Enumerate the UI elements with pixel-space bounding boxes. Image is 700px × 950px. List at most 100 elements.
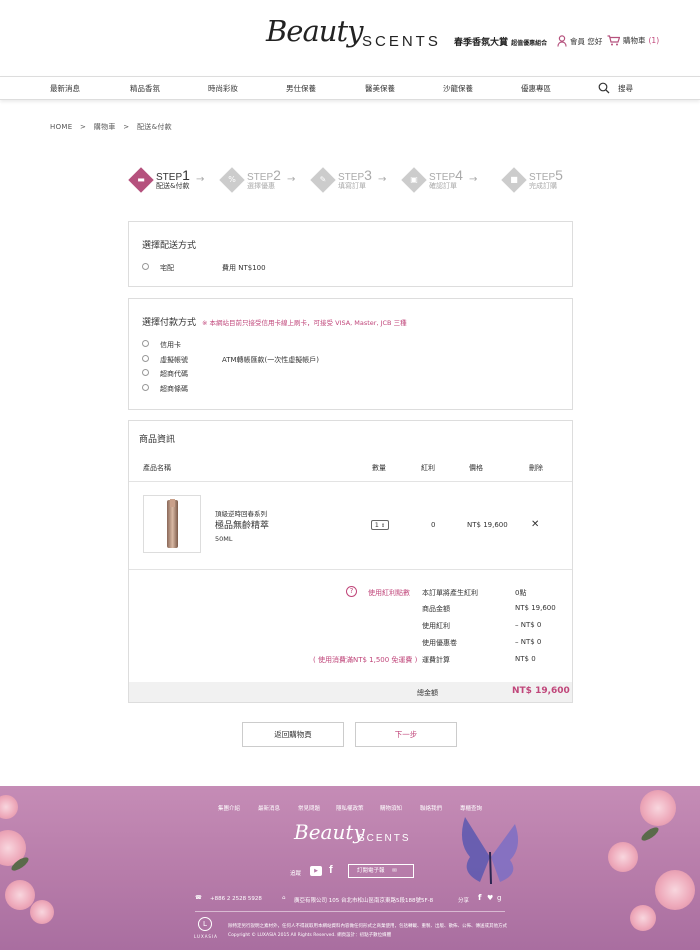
flower-image: [30, 900, 54, 924]
footer-link[interactable]: 常見問題: [298, 804, 320, 812]
footer-link[interactable]: 購物須知: [380, 804, 402, 812]
flower-image: [655, 870, 695, 910]
search-label[interactable]: 搜尋: [618, 83, 633, 94]
cart-icon: [607, 35, 620, 46]
cart-link[interactable]: 購物車 (1): [607, 35, 659, 46]
payment-radio-store-code[interactable]: [142, 369, 149, 376]
payment-option-store-code[interactable]: 超商代碼: [160, 369, 188, 379]
nav-item-medical[interactable]: 醫美保養: [365, 83, 395, 94]
percent-icon: %: [228, 175, 236, 184]
summary-value-shipping: NT$ 0: [515, 655, 536, 663]
payment-title: 選擇付款方式: [142, 318, 197, 328]
payment-atm-note: ATM轉帳匯款(一次性虛擬帳戶): [222, 356, 320, 364]
delete-icon[interactable]: ✕: [531, 519, 539, 530]
product-image[interactable]: [143, 495, 201, 553]
summary-label-subtotal: 商品金額: [422, 605, 450, 613]
facebook-icon[interactable]: f: [329, 864, 333, 876]
breadcrumb-cart[interactable]: 購物車: [94, 123, 116, 131]
summary-value-bonus: – NT$ 0: [515, 621, 542, 629]
next-step-button[interactable]: 下一步: [355, 722, 457, 747]
newsletter-button[interactable]: 訂閱電子報 ✉: [348, 864, 414, 878]
butterfly-image: [461, 817, 519, 885]
shipping-radio[interactable]: [142, 263, 149, 270]
header-qty: 數量: [372, 464, 386, 472]
footer-link[interactable]: 最新消息: [258, 804, 280, 812]
share-facebook-icon[interactable]: f: [478, 893, 481, 902]
promo-title: 春季香氛大賞: [454, 38, 509, 48]
footer-copyright: Copyright © LUXASIA 2015 All Rights Rese…: [228, 933, 392, 938]
breadcrumb: HOME > 購物車 > 配送&付款: [50, 122, 172, 132]
step-4-sub: 確認訂單: [429, 182, 457, 190]
step-arrow-icon: →: [378, 174, 387, 185]
divider: [129, 569, 572, 570]
bottle-image: [167, 499, 178, 548]
share-twitter-icon[interactable]: ♥: [487, 894, 493, 902]
nav-item-news[interactable]: 最新消息: [50, 83, 80, 94]
payment-radio-credit[interactable]: [142, 340, 149, 347]
search-icon[interactable]: [598, 82, 610, 94]
breadcrumb-sep: >: [80, 123, 87, 131]
footer-link[interactable]: 專櫃查詢: [460, 804, 482, 812]
product-name[interactable]: 極品無齡精萃: [215, 518, 269, 531]
summary-value-subtotal: NT$ 19,600: [515, 604, 556, 612]
promo-banner[interactable]: 春季香氛大賞 超值優惠組合: [454, 35, 547, 48]
payment-option-credit[interactable]: 信用卡: [160, 340, 181, 350]
luxasia-logo: L: [198, 917, 212, 931]
back-to-shop-button[interactable]: 返回購物頁: [242, 722, 344, 747]
breadcrumb-home[interactable]: HOME: [50, 123, 72, 131]
divider: [129, 481, 572, 482]
truck-icon: ▬: [137, 175, 145, 184]
nav-item-offers[interactable]: 優惠專區: [521, 83, 551, 94]
use-points-link[interactable]: 使用紅利點數: [368, 588, 410, 598]
help-icon[interactable]: ?: [346, 586, 357, 597]
footer-link[interactable]: 隱私權政策: [336, 804, 364, 812]
footer-logo-scents: SCENTS: [358, 833, 411, 844]
payment-note: ※ 本網站目前只接受信用卡線上刷卡，可接受 VISA, Master, JCB …: [202, 319, 407, 327]
total-value: NT$ 19,600: [512, 686, 570, 696]
shipping-option[interactable]: 宅配: [160, 263, 174, 273]
footer-logo-script: Beauty: [294, 820, 365, 844]
step-arrow-icon: →: [287, 174, 296, 185]
summary-label-points: 本訂單將產生紅利: [422, 589, 478, 597]
payment-radio-virtual[interactable]: [142, 355, 149, 362]
product-series: 頂級逆時回春系列: [215, 510, 267, 518]
youtube-icon[interactable]: ▶: [310, 866, 322, 876]
footer-link[interactable]: 聯絡我們: [420, 804, 442, 812]
quantity-select[interactable]: 1 ⇕: [371, 520, 389, 530]
summary-label-shipping: 運費計算: [422, 656, 450, 664]
logo-script[interactable]: Beauty: [266, 14, 363, 48]
footer-link[interactable]: 集團介紹: [218, 804, 240, 812]
follow-label: 追蹤: [290, 871, 302, 877]
member-link[interactable]: 會員 您好: [557, 35, 602, 47]
payment-radio-store-barcode[interactable]: [142, 384, 149, 391]
summary-value-points: 0點: [515, 589, 527, 597]
step-3-sub: 填寫訂單: [338, 182, 366, 190]
member-label: 會員 您好: [570, 36, 603, 46]
nav-item-salon[interactable]: 沙龍保養: [443, 83, 473, 94]
mail-icon: ✉: [392, 868, 397, 874]
payment-option-virtual[interactable]: 虛擬帳號: [160, 355, 188, 365]
site-header: Beauty SCENTS 春季香氛大賞 超值優惠組合 會員 您好 購物車 (1): [0, 0, 700, 76]
product-bonus: 0: [431, 521, 436, 529]
footer-address: 廣亞有限公司 105 台北市松山區南京東路5段188號5F-8: [294, 898, 434, 904]
payment-option-store-barcode[interactable]: 超商條碼: [160, 384, 188, 394]
promo-sub: 超值優惠組合: [511, 40, 548, 47]
nav-item-men[interactable]: 男仕保養: [286, 83, 316, 94]
nav-item-fragrance[interactable]: 精品香氛: [130, 83, 160, 94]
step-arrow-icon: →: [469, 174, 478, 185]
user-icon: [557, 35, 567, 47]
flower-image: [640, 790, 676, 826]
main-nav: 最新消息 精品香氛 時尚彩妝 男仕保養 醫美保養 沙龍保養 優惠專區 搜尋: [0, 76, 700, 100]
step-2-sub: 選擇優惠: [247, 182, 275, 190]
footer-divider: [195, 911, 505, 912]
share-googleplus-icon[interactable]: g: [497, 894, 501, 902]
product-size: 50ML: [215, 535, 233, 543]
location-icon: ⌂: [282, 895, 286, 901]
share-label: 分享: [458, 898, 470, 904]
summary-label-bonus: 使用紅利: [422, 622, 450, 630]
logo-scents[interactable]: SCENTS: [362, 33, 441, 50]
breadcrumb-current: 配送&付款: [137, 123, 172, 131]
nav-item-makeup[interactable]: 時尚彩妝: [208, 83, 238, 94]
products-title: 商品資訊: [139, 435, 176, 445]
product-price: NT$ 19,600: [467, 521, 508, 529]
